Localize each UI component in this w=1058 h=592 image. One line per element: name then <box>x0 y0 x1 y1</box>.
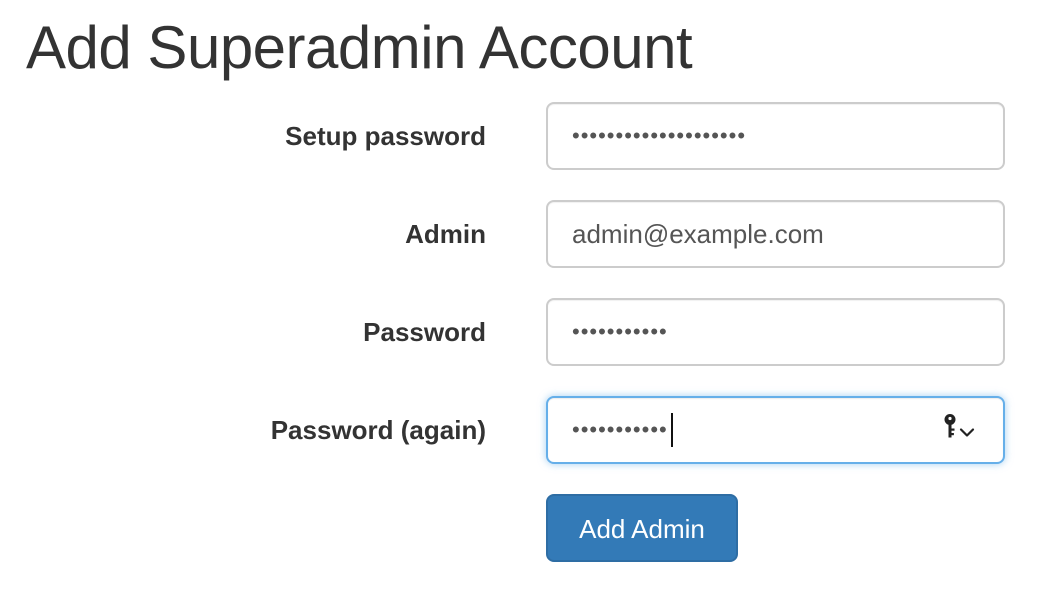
key-icon <box>943 414 957 447</box>
setup-password-row: Setup password •••••••••••••••••••• <box>0 102 1058 170</box>
password-autofill-button[interactable] <box>943 414 975 447</box>
text-cursor <box>670 413 673 447</box>
admin-label: Admin <box>405 219 486 249</box>
admin-email-field[interactable]: admin@example.com <box>546 200 1005 268</box>
password-again-row: Password (again) ••••••••••• <box>0 396 1058 464</box>
admin-row: Admin admin@example.com <box>0 200 1058 268</box>
setup-password-field[interactable]: •••••••••••••••••••• <box>546 102 1005 170</box>
password-field[interactable]: ••••••••••• <box>546 298 1005 366</box>
password-again-field[interactable]: ••••••••••• <box>546 396 1005 464</box>
password-masked-value: ••••••••••• <box>572 319 668 344</box>
password-label: Password <box>363 317 486 347</box>
add-admin-button[interactable]: Add Admin <box>546 494 738 562</box>
page-title: Add Superadmin Account <box>26 14 693 81</box>
password-row: Password ••••••••••• <box>0 298 1058 366</box>
chevron-down-icon <box>959 415 975 446</box>
admin-email-value: admin@example.com <box>572 218 824 249</box>
password-again-label: Password (again) <box>270 415 486 445</box>
setup-password-label: Setup password <box>285 121 486 151</box>
setup-password-masked-value: •••••••••••••••••••• <box>572 123 747 148</box>
password-again-masked-value: ••••••••••• <box>572 417 668 442</box>
